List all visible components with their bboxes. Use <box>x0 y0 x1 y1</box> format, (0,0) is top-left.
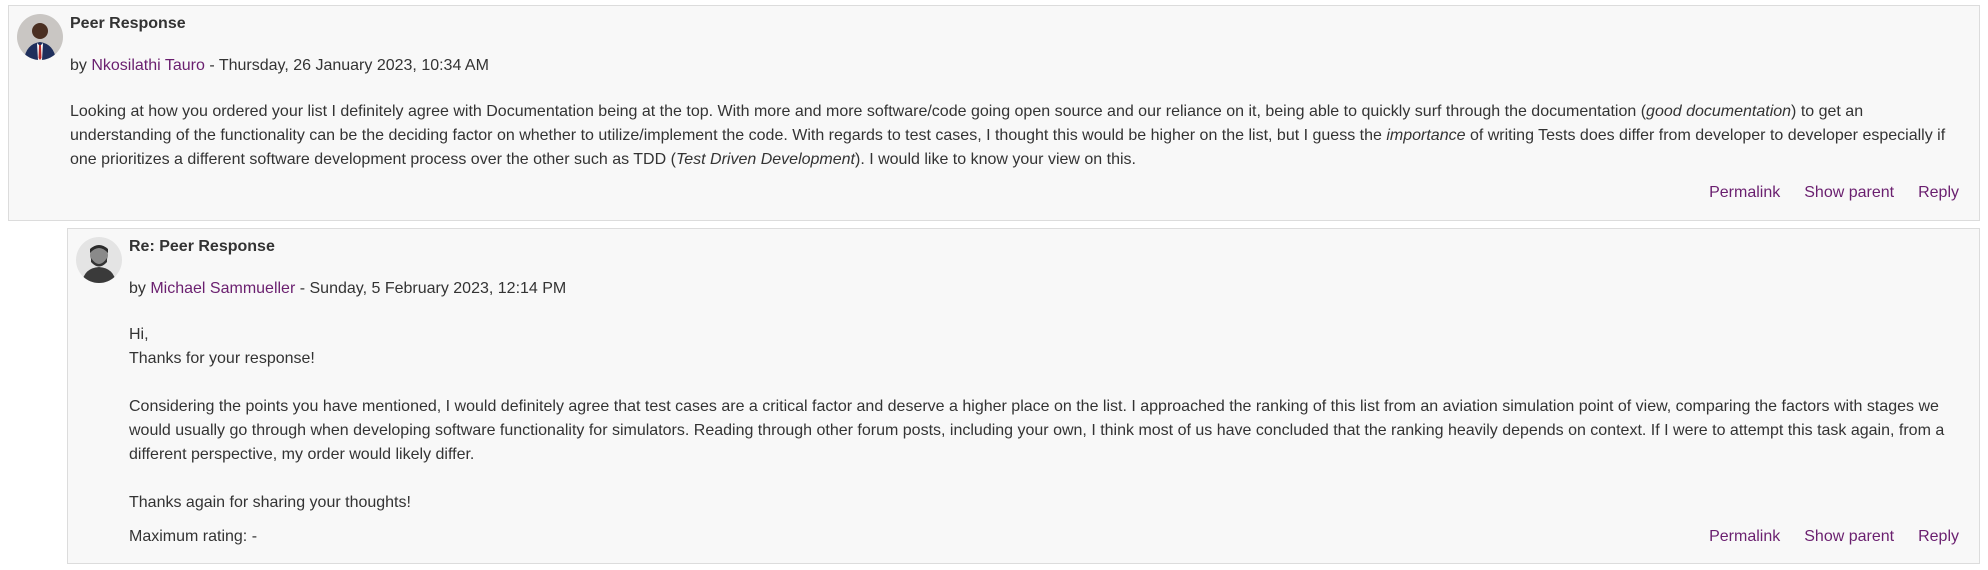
post-date: - Sunday, 5 February 2023, 12:14 PM <box>295 280 567 297</box>
post-body: Looking at how you ordered your list I d… <box>70 100 1961 172</box>
post-byline: by Nkosilathi Tauro - Thursday, 26 Janua… <box>70 56 1961 76</box>
forum-post-reply: Re: Peer Response by Michael Sammueller … <box>67 228 1980 564</box>
post-thanks: Thanks for your response! <box>129 350 315 367</box>
post-date: - Thursday, 26 January 2023, 10:34 AM <box>204 57 489 74</box>
post-greeting: Hi, <box>129 326 149 343</box>
post-content: Peer Response by Nkosilathi Tauro - Thur… <box>70 6 1961 172</box>
author-avatar[interactable] <box>76 237 122 283</box>
emphasis-text: importance <box>1386 127 1466 144</box>
post-subject: Re: Peer Response <box>129 238 275 255</box>
byline-prefix: by <box>129 280 151 297</box>
emphasis-text: good documentation <box>1646 103 1792 120</box>
author-link[interactable]: Nkosilathi Tauro <box>91 57 205 74</box>
author-avatar[interactable] <box>17 14 63 60</box>
reply-link[interactable]: Reply <box>1918 528 1959 545</box>
post-actions: Permalink Show parent Reply <box>1685 183 1959 203</box>
byline-prefix: by <box>70 57 92 74</box>
post-paragraph: Considering the points you have mentione… <box>129 398 1945 463</box>
post-content: Re: Peer Response by Michael Sammueller … <box>129 229 1961 515</box>
author-link[interactable]: Michael Sammueller <box>150 280 295 297</box>
maximum-rating: Maximum rating: - <box>129 528 258 545</box>
permalink-link[interactable]: Permalink <box>1709 184 1780 201</box>
post-body: Hi, Thanks for your response! Considerin… <box>129 323 1961 515</box>
post-closing: Thanks again for sharing your thoughts! <box>129 494 411 511</box>
post-actions: Permalink Show parent Reply <box>1685 527 1959 547</box>
avatar-image <box>76 237 122 283</box>
post-byline: by Michael Sammueller - Sunday, 5 Februa… <box>129 279 1961 299</box>
reply-link[interactable]: Reply <box>1918 184 1959 201</box>
emphasis-text: Test Driven Development <box>675 151 855 168</box>
post-subject: Peer Response <box>70 15 186 32</box>
forum-post: Peer Response by Nkosilathi Tauro - Thur… <box>8 5 1980 221</box>
show-parent-link[interactable]: Show parent <box>1804 184 1894 201</box>
text-segment: Looking at how you ordered your list I d… <box>70 103 1647 120</box>
text-segment: ). I would like to know your view on thi… <box>854 151 1136 168</box>
avatar-image <box>17 14 63 60</box>
permalink-link[interactable]: Permalink <box>1709 528 1780 545</box>
post-paragraph: Looking at how you ordered your list I d… <box>70 100 1961 172</box>
show-parent-link[interactable]: Show parent <box>1804 528 1894 545</box>
